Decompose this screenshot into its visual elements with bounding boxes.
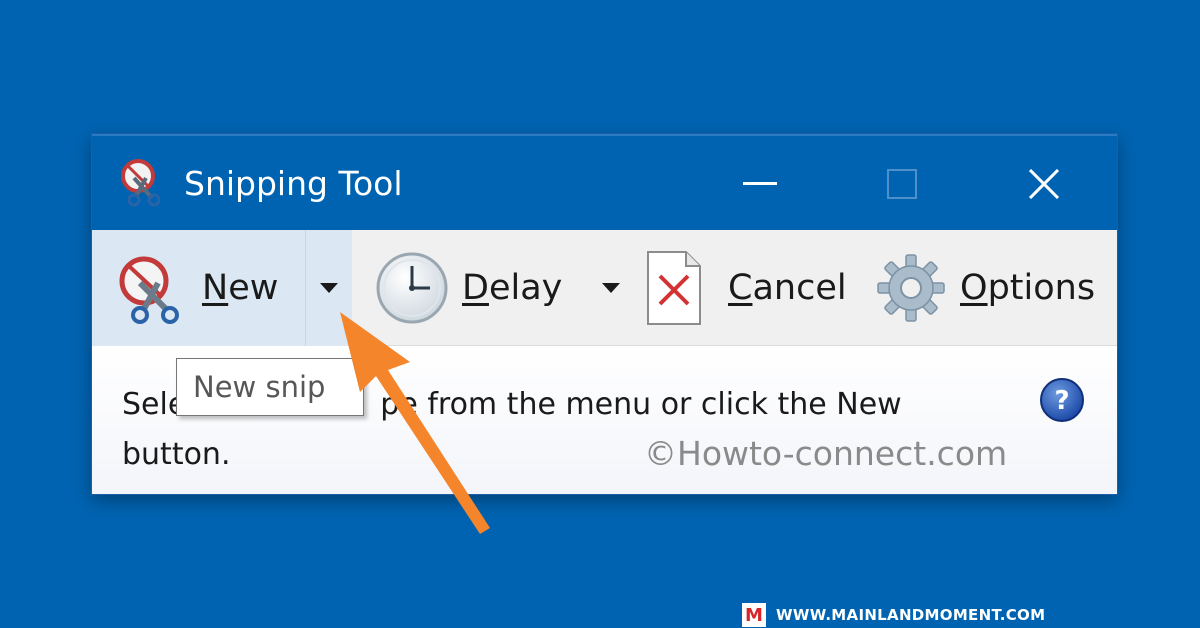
minimize-button[interactable] [720, 156, 800, 212]
site-footer: M WWW.MAINLANDMOMENT.COM [742, 602, 1045, 628]
svg-text:?: ? [1054, 386, 1069, 416]
cancel-document-icon [647, 251, 701, 325]
watermark: ©Howto-connect.com [644, 434, 1008, 473]
title-bar[interactable]: Snipping Tool [92, 134, 1117, 230]
new-button[interactable]: New [92, 230, 306, 346]
close-button[interactable] [1004, 156, 1084, 212]
window-title: Snipping Tool [184, 164, 403, 203]
delay-dropdown-button[interactable] [588, 230, 634, 346]
close-icon [1029, 169, 1059, 199]
minimize-icon [743, 182, 777, 185]
mainlandmoment-logo: M [742, 603, 766, 627]
chevron-down-icon [320, 283, 338, 293]
maximize-icon [887, 169, 917, 199]
snipping-tool-window: Snipping Tool New Delay Cancel Options S… [92, 134, 1117, 494]
annotation-arrow [340, 312, 490, 534]
gear-icon [877, 254, 945, 322]
scissors-icon [121, 159, 161, 207]
help-icon[interactable]: ? [1038, 376, 1086, 424]
options-button[interactable]: Options [876, 230, 1095, 346]
cancel-label: Cancel [728, 268, 847, 308]
new-label: New [202, 268, 279, 308]
maximize-button[interactable] [862, 156, 942, 212]
footer-url: WWW.MAINLANDMOMENT.COM [776, 606, 1046, 624]
options-label: Options [960, 268, 1096, 308]
snip-scissors-icon [119, 256, 179, 324]
cancel-button[interactable]: Cancel [646, 230, 847, 346]
toolbar: New Delay Cancel Options [92, 230, 1117, 346]
chevron-down-icon [602, 283, 620, 293]
